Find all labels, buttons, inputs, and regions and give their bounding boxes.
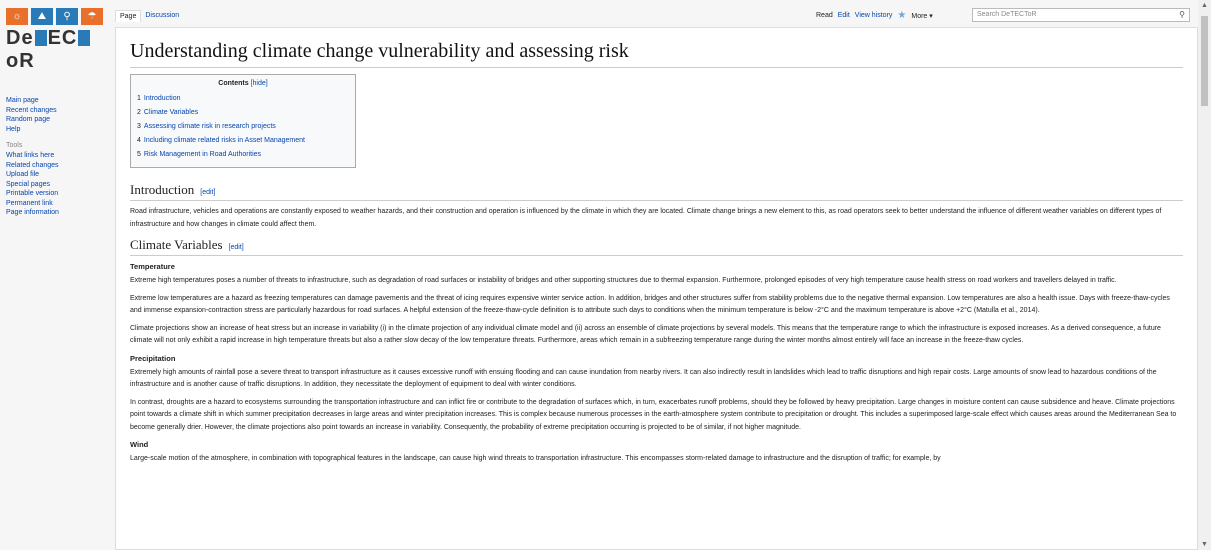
watch-star-icon[interactable]: ★: [897, 10, 906, 21]
toc-item[interactable]: 5 Risk Management in Road Authorities: [137, 148, 349, 162]
logo-text-b: EC: [47, 27, 78, 49]
subheading-precipitation: Precipitation: [130, 353, 176, 363]
wind-paragraph-1: Large-scale motion of the atmosphere, in…: [130, 455, 941, 462]
sidebar-item-related-changes[interactable]: Related changes: [6, 161, 116, 171]
toc-item[interactable]: 3 Assessing climate risk in research proj…: [137, 120, 349, 134]
temperature-paragraph-1: Extreme high temperatures poses a number…: [130, 277, 1117, 284]
tab-page[interactable]: Page: [115, 10, 142, 22]
logo-tiles: ☼ ⛰ ⚲ ☂: [6, 8, 110, 25]
sidebar-item-random-page[interactable]: Random page: [6, 115, 116, 125]
sidebar-item-main-page[interactable]: Main page: [6, 96, 116, 106]
toc-item-label: Climate Variables: [143, 109, 199, 116]
toc-item[interactable]: 1 Introduction: [137, 92, 349, 106]
toc-item-number: 4: [137, 137, 141, 144]
sidebar-item-permanent-link[interactable]: Permanent link: [6, 199, 116, 209]
namespace-tabs: Page Discussion: [115, 10, 184, 22]
toc-item-number: 3: [137, 123, 141, 130]
scroll-up-arrow-icon[interactable]: ▲: [1201, 2, 1208, 9]
temperature-paragraph-2: Extreme low temperatures are a hazard as…: [130, 294, 1170, 315]
more-menu[interactable]: More ▾: [911, 12, 932, 20]
search-input[interactable]: Search DeTECToR ⚲: [972, 8, 1190, 22]
tab-view-history[interactable]: View history: [855, 12, 893, 19]
sidebar-item-recent-changes[interactable]: Recent changes: [6, 106, 116, 116]
tab-read[interactable]: Read: [816, 12, 833, 19]
precipitation-paragraph-2: In contrast, droughts are a hazard to ec…: [130, 398, 1177, 431]
toc-item-number: 1: [137, 95, 141, 102]
scrollbar-thumb[interactable]: [1201, 16, 1208, 106]
sidebar-tools-heading: Tools: [6, 142, 23, 149]
sidebar-item-upload-file[interactable]: Upload file: [6, 170, 116, 180]
sidebar-item-page-information[interactable]: Page information: [6, 208, 116, 218]
toc-heading-row: Contents [hide]: [137, 80, 349, 87]
page-scrollbar[interactable]: ▲ ▼: [1198, 0, 1211, 550]
scroll-down-arrow-icon[interactable]: ▼: [1201, 541, 1208, 548]
sidebar-item-help[interactable]: Help: [6, 125, 116, 135]
section-heading-introduction: Introduction [edit]: [130, 182, 1183, 201]
toc-item-label: Risk Management in Road Authorities: [143, 151, 262, 158]
search-placeholder: Search DeTECToR: [977, 11, 1037, 18]
intro-paragraph: Road infrastructure, vehicles and operat…: [130, 208, 1162, 228]
umbrella-icon: ☂: [81, 8, 103, 25]
location-pin-icon: ⚲: [56, 8, 78, 25]
mountain-icon: ⛰: [31, 8, 53, 25]
section-heading-climate-variables: Climate Variables [edit]: [130, 237, 1183, 256]
search-icon[interactable]: ⚲: [1179, 10, 1185, 19]
site-logo[interactable]: ☼ ⛰ ⚲ ☂ De EC oR: [6, 8, 110, 72]
sidebar-item-printable-version[interactable]: Printable version: [6, 189, 116, 199]
toc-item-label: Including climate related risks in Asset…: [143, 137, 305, 144]
precipitation-paragraph-1: Extremely high amounts of rainfall pose …: [130, 368, 1157, 389]
temperature-paragraph-3: Climate projections show an increase of …: [130, 324, 1161, 345]
logo-block: [34, 30, 47, 46]
sun-icon: ☼: [6, 8, 28, 25]
logo-wordmark: De EC oR: [6, 27, 110, 73]
subheading-wind: Wind: [130, 440, 149, 449]
view-tabs: Read Edit View history ★ More ▾: [816, 10, 933, 21]
tab-discussion[interactable]: Discussion: [141, 10, 184, 22]
toc-heading: Contents: [218, 80, 249, 87]
subheading-temperature: Temperature: [130, 262, 175, 271]
article-content: Understanding climate change vulnerabili…: [115, 27, 1198, 550]
logo-block: [78, 30, 91, 46]
page-title: Understanding climate change vulnerabili…: [130, 40, 1183, 68]
edit-section-link[interactable]: [edit]: [229, 244, 244, 251]
toc-hide-link[interactable]: [hide]: [251, 80, 268, 87]
sidebar-item-what-links-here[interactable]: What links here: [6, 151, 116, 161]
toc-item-number: 5: [137, 151, 141, 158]
toc-item-label: Assessing climate risk in research proje…: [143, 123, 276, 130]
section-title: Introduction: [130, 182, 195, 197]
sidebar-item-special-pages[interactable]: Special pages: [6, 180, 116, 190]
table-of-contents: Contents [hide] 1 Introduction 2 Climate V…: [130, 74, 356, 168]
logo-text-a: De: [6, 27, 34, 49]
toc-item-label: Introduction: [143, 95, 181, 102]
toc-item-number: 2: [137, 109, 141, 116]
toc-item[interactable]: 2 Climate Variables: [137, 106, 349, 120]
edit-section-link[interactable]: [edit]: [200, 189, 215, 196]
logo-text-c: oR: [6, 50, 35, 72]
section-title: Climate Variables: [130, 237, 223, 252]
toc-item[interactable]: 4 Including climate related risks in Asse…: [137, 134, 349, 148]
sidebar: Main page Recent changes Random page Hel…: [6, 96, 116, 218]
tab-edit[interactable]: Edit: [838, 12, 850, 19]
